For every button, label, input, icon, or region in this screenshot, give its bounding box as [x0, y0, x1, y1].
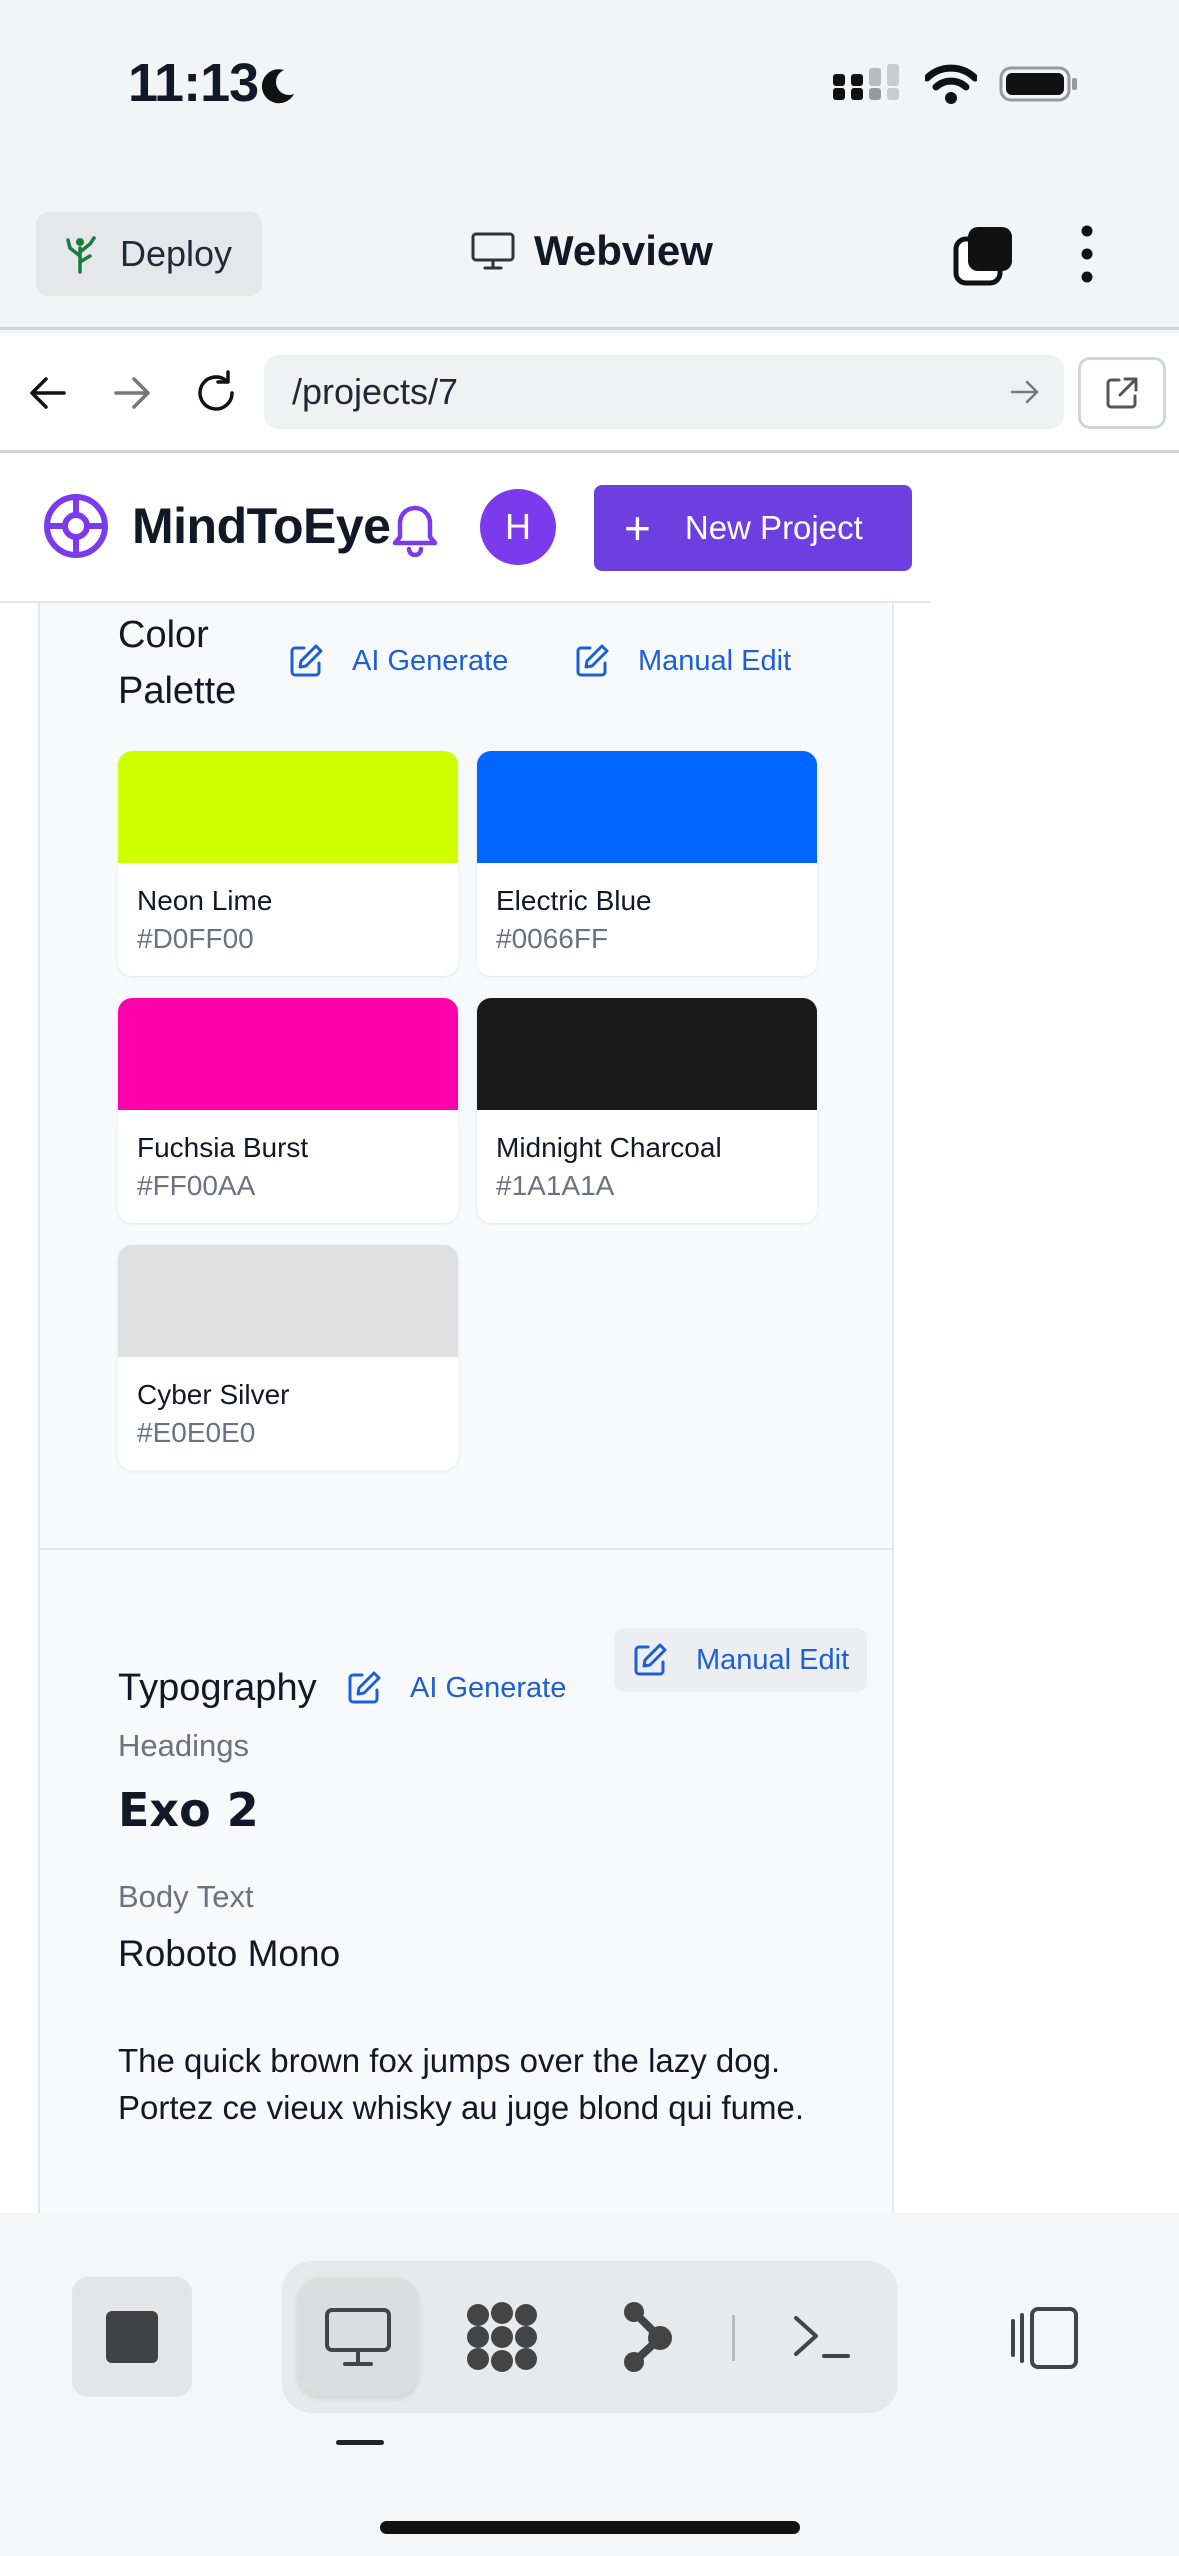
view-switcher	[282, 2261, 898, 2413]
palette-manual-edit-label: Manual Edit	[638, 644, 792, 677]
grid-dots-icon	[467, 2302, 537, 2372]
swatch-card[interactable]: Neon Lime #D0FF00	[118, 751, 458, 976]
edit-icon	[634, 1643, 667, 1676]
brand-name[interactable]: MindToEye	[132, 497, 391, 555]
swatch-color	[477, 998, 817, 1110]
stop-button[interactable]	[72, 2277, 192, 2397]
swatch-name: Midnight Charcoal	[496, 1132, 722, 1163]
edit-icon	[290, 644, 323, 677]
moon-icon	[261, 69, 294, 104]
home-indicator	[380, 2521, 800, 2534]
tabs-icon[interactable]	[952, 225, 1014, 287]
arrow-right-icon	[114, 377, 150, 409]
swatch-card[interactable]: Cyber Silver #E0E0E0	[118, 1245, 458, 1470]
site-header: MindToEye H + New Project	[0, 453, 930, 603]
edit-icon	[576, 644, 609, 677]
url-text: /projects/7	[292, 371, 459, 412]
url-bar: /projects/7	[0, 333, 1179, 453]
app-bar: Deploy Webview	[0, 175, 1179, 330]
swatch-hex: #FF00AA	[137, 1170, 256, 1201]
more-vertical-icon[interactable]	[1072, 223, 1102, 285]
terminal-icon	[794, 2316, 850, 2358]
wifi-icon	[925, 64, 977, 104]
monitor-icon	[325, 2308, 391, 2366]
webview-title: Webview	[470, 227, 713, 275]
forward-button[interactable]	[102, 363, 162, 423]
palette-ai-generate-label: AI Generate	[352, 644, 509, 677]
workflow-tab[interactable]	[442, 2278, 562, 2396]
deploy-tree-icon	[66, 236, 96, 274]
swatch-hex: #1A1A1A	[496, 1170, 615, 1201]
body-font: Roboto Mono	[118, 1933, 341, 1974]
swatch-hex: #0066FF	[496, 923, 609, 954]
new-project-label: New Project	[684, 509, 863, 546]
swatch-color	[118, 1245, 458, 1357]
swatch-color	[477, 751, 817, 863]
swatch-name: Fuchsia Burst	[137, 1132, 309, 1163]
swatch-name: Electric Blue	[496, 885, 652, 916]
swatch-hex: #E0E0E0	[137, 1417, 256, 1448]
status-icons	[833, 64, 1079, 104]
swatch-card[interactable]: Electric Blue #0066FF	[477, 751, 817, 976]
arrow-left-icon	[30, 377, 66, 409]
brand-panel: Color Palette AI Generate Manual Edit Ne…	[38, 603, 894, 2213]
typography-ai-generate-label: AI Generate	[410, 1671, 567, 1704]
sample-line-2: Portez ce vieux whisky au juge blond qui…	[118, 2089, 805, 2126]
swatch-card[interactable]: Fuchsia Burst #FF00AA	[118, 998, 458, 1223]
monitor-icon	[471, 232, 515, 270]
external-link-icon	[1106, 377, 1138, 409]
battery-icon	[999, 66, 1077, 102]
swatch-color	[118, 751, 458, 863]
body-text-label: Body Text	[118, 1879, 254, 1914]
swatch-hex: #D0FF00	[137, 923, 254, 954]
stop-icon	[106, 2311, 158, 2363]
active-tab-indicator	[336, 2440, 384, 2445]
webview-tab[interactable]	[298, 2278, 418, 2396]
typography-title: Typography	[118, 1667, 317, 1709]
deploy-label: Deploy	[120, 233, 233, 274]
web-content: MindToEye H + New Project Color Palette …	[0, 453, 1179, 2213]
typography-manual-edit-button[interactable]: Manual Edit	[614, 1628, 868, 1692]
typography-sample: The quick brown fox jumps over the lazy …	[118, 2037, 818, 2131]
color-palette-title: Color Palette	[118, 614, 237, 712]
status-time: 11:13	[128, 53, 259, 113]
go-arrow-icon[interactable]	[1008, 375, 1042, 409]
edit-icon	[348, 1671, 381, 1704]
typography-ai-generate-button[interactable]: AI Generate	[328, 1658, 584, 1718]
graph-tab[interactable]	[586, 2278, 706, 2396]
section-divider	[40, 1548, 892, 1550]
webview-title-text: Webview	[534, 227, 713, 274]
swatch-name: Cyber Silver	[137, 1379, 290, 1410]
headings-font: Exo 2	[118, 1783, 259, 1837]
terminal-tab[interactable]	[762, 2278, 882, 2396]
swatch-color	[118, 998, 458, 1110]
side-panel-icon[interactable]	[1010, 2305, 1080, 2371]
segment-separator	[732, 2315, 735, 2361]
url-input[interactable]: /projects/7	[264, 355, 1064, 429]
new-project-button[interactable]: + New Project	[594, 485, 912, 571]
swatch-name: Neon Lime	[137, 885, 273, 916]
bell-icon[interactable]	[386, 497, 444, 557]
open-external-button[interactable]	[1078, 357, 1166, 429]
user-avatar[interactable]: H	[480, 489, 556, 565]
reload-button[interactable]	[186, 363, 246, 423]
deploy-button[interactable]: Deploy	[36, 212, 262, 296]
headings-label: Headings	[118, 1728, 249, 1763]
typography-manual-edit-label: Manual Edit	[696, 1643, 850, 1676]
swatch-card[interactable]: Midnight Charcoal #1A1A1A	[477, 998, 817, 1223]
brand-logo-icon[interactable]	[42, 492, 110, 560]
bottom-toolbar	[0, 2213, 1179, 2556]
reload-icon	[198, 370, 234, 411]
plus-icon: +	[624, 502, 651, 554]
status-bar: 11:13	[0, 0, 1179, 175]
sample-line-1: The quick brown fox jumps over the lazy …	[118, 2042, 781, 2079]
signal-icon	[833, 64, 899, 100]
palette-manual-edit-button[interactable]: Manual Edit	[556, 631, 809, 691]
palette-ai-generate-button[interactable]: AI Generate	[270, 631, 526, 691]
graph-icon	[624, 2302, 672, 2372]
back-button[interactable]	[18, 363, 78, 423]
